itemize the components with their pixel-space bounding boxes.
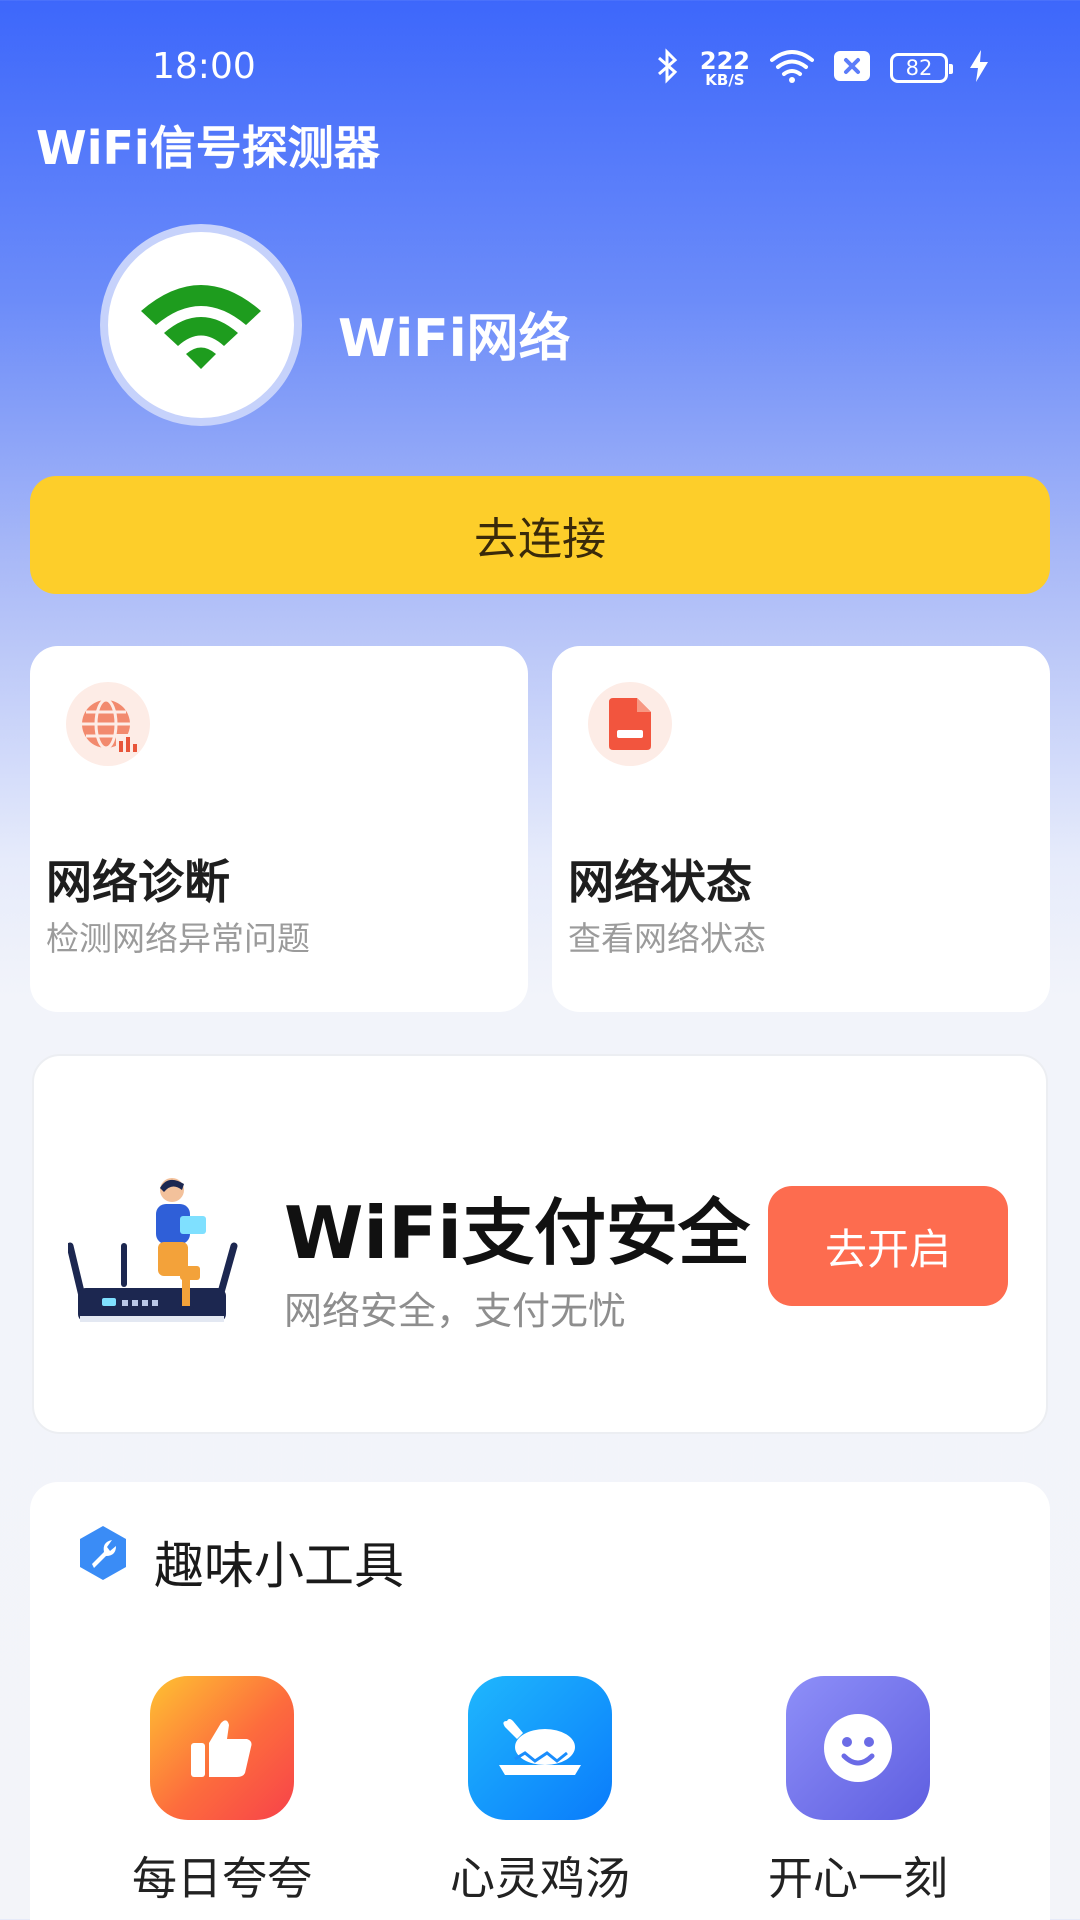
roast-chicken-icon — [468, 1676, 612, 1820]
smile-icon — [786, 1676, 930, 1820]
tool-label: 心灵鸡汤 — [449, 1852, 630, 1905]
globe-chart-icon — [66, 682, 150, 766]
app-title: WiFi信号探测器 — [36, 121, 380, 175]
status-bar: 18:00 222 KB/S 82 — [0, 0, 1080, 110]
wrench-icon — [74, 1524, 132, 1586]
document-icon — [588, 682, 672, 766]
wifi-signal-icon — [770, 48, 814, 88]
bluetooth-icon — [656, 48, 680, 88]
battery-level: 82 — [905, 56, 933, 80]
card-title: 网络诊断 — [46, 855, 230, 909]
card-network-diagnosis[interactable]: 网络诊断 检测网络异常问题 — [30, 646, 528, 1012]
promo-title: WiFi支付安全 — [284, 1191, 750, 1275]
status-time: 18:00 — [152, 46, 256, 87]
tool-happy-moment[interactable]: 开心一刻 — [738, 1676, 978, 1907]
wifi-icon — [136, 275, 266, 375]
promo-subtitle: 网络安全，支付无忧 — [284, 1289, 627, 1333]
enable-button[interactable]: 去开启 — [768, 1186, 1008, 1306]
tools-title: 趣味小工具 — [154, 1537, 404, 1595]
sim-off-icon — [834, 51, 870, 85]
router-person-illustration — [66, 1176, 238, 1330]
status-icons: 222 KB/S 82 — [656, 48, 990, 88]
wifi-payment-security-card: WiFi支付安全 网络安全，支付无忧 去开启 — [32, 1054, 1048, 1434]
connect-button[interactable]: 去连接 — [30, 476, 1050, 594]
tool-daily-praise[interactable]: 每日夸夸 — [102, 1676, 342, 1907]
thumbs-up-icon — [150, 1676, 294, 1820]
battery-icon: 82 — [890, 53, 953, 83]
tool-chicken-soup[interactable]: 心灵鸡汤 — [420, 1676, 660, 1907]
tool-label: 开心一刻 — [767, 1852, 948, 1905]
card-network-status[interactable]: 网络状态 查看网络状态 — [552, 646, 1050, 1012]
wifi-network-name: WiFi网络 — [338, 309, 571, 369]
charging-icon — [968, 48, 990, 88]
card-subtitle: 查看网络状态 — [568, 919, 766, 958]
fun-tools-section: 趣味小工具 每日夸夸 心灵鸡汤 开心一刻 — [30, 1482, 1050, 1920]
tool-label: 每日夸夸 — [131, 1852, 312, 1905]
card-title: 网络状态 — [568, 855, 752, 909]
net-speed: 222 KB/S — [699, 46, 750, 89]
card-subtitle: 检测网络异常问题 — [46, 919, 310, 958]
wifi-status-circle[interactable] — [100, 224, 302, 426]
